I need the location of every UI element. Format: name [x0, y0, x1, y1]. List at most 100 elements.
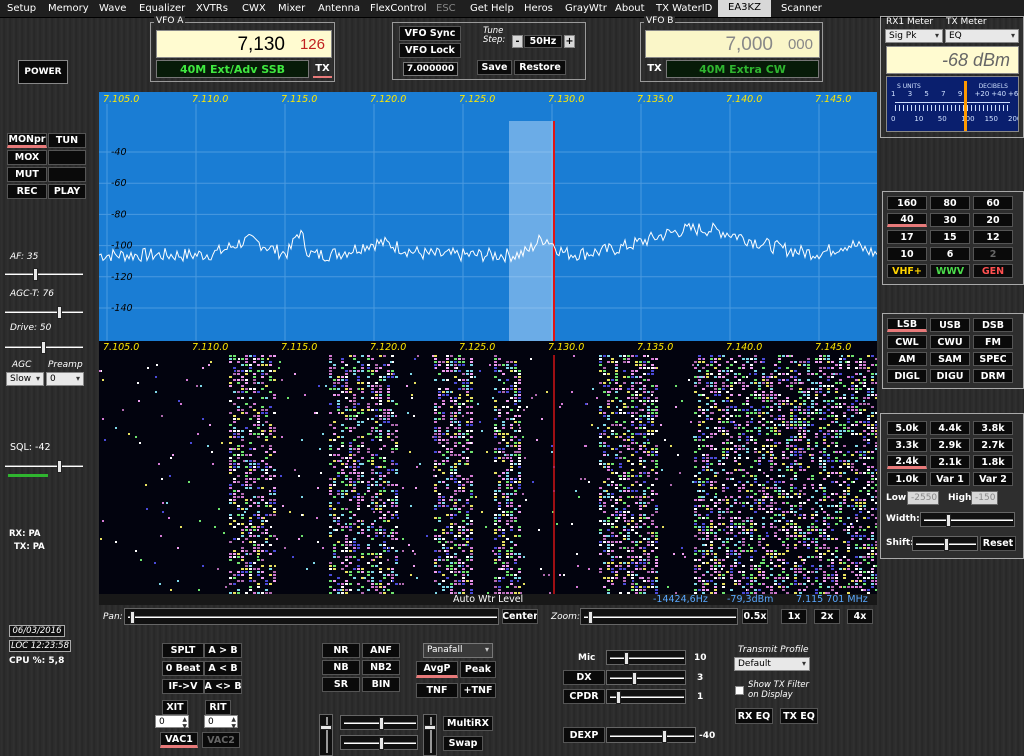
- drive-slider[interactable]: [5, 341, 83, 354]
- mode-button-digl[interactable]: DIGL: [887, 369, 927, 383]
- multirx-button[interactable]: MultiRX: [443, 716, 493, 731]
- dx-button[interactable]: DX: [563, 670, 605, 685]
- split-button[interactable]: SPLT: [162, 643, 204, 658]
- menu-graywtr[interactable]: GrayWtr: [565, 3, 607, 14]
- menu-memory[interactable]: Memory: [48, 3, 89, 14]
- rit-button[interactable]: RIT: [205, 700, 231, 715]
- mode-button-sam[interactable]: SAM: [930, 352, 970, 366]
- vfo-lock-button[interactable]: VFO Lock: [399, 43, 461, 58]
- filter-button-2-4k[interactable]: 2.4k: [887, 455, 927, 469]
- rx2-vertical-slider[interactable]: [423, 714, 437, 756]
- mode-button-drm[interactable]: DRM: [973, 369, 1013, 383]
- band-button-2[interactable]: 2: [973, 247, 1013, 261]
- filter-button-1-8k[interactable]: 1.8k: [973, 455, 1013, 469]
- agct-slider[interactable]: [5, 306, 83, 319]
- restore-button[interactable]: Restore: [514, 60, 566, 75]
- if-to-v-button[interactable]: IF->V: [162, 679, 204, 694]
- menu-wave[interactable]: Wave: [99, 3, 126, 14]
- show-tx-filter-checkbox[interactable]: [735, 686, 744, 695]
- rx1-vertical-slider[interactable]: [319, 714, 333, 756]
- filter-button-var-1[interactable]: Var 1: [930, 472, 970, 486]
- sql-slider[interactable]: [5, 460, 83, 473]
- mox-spare-button[interactable]: [48, 150, 86, 165]
- a-swap-b-button[interactable]: A <> B: [204, 679, 242, 694]
- vac2-button[interactable]: VAC2: [202, 732, 240, 748]
- zoom-05x-button[interactable]: 0.5x: [742, 609, 768, 624]
- mode-button-spec[interactable]: SPEC: [973, 352, 1013, 366]
- filter-button-1-0k[interactable]: 1.0k: [887, 472, 927, 486]
- zoom-4x-button[interactable]: 4x: [847, 609, 873, 624]
- band-button-15[interactable]: 15: [930, 230, 970, 244]
- mode-button-cwl[interactable]: CWL: [887, 335, 927, 349]
- band-button-17[interactable]: 17: [887, 230, 927, 244]
- filter-button-var-2[interactable]: Var 2: [973, 472, 1013, 486]
- power-button[interactable]: POWER: [18, 60, 68, 84]
- band-button-vhf-[interactable]: VHF+: [887, 264, 927, 278]
- tx-profile-select[interactable]: Default ▾: [734, 657, 810, 671]
- tun-button[interactable]: TUN: [48, 133, 86, 148]
- rx1-gain-slider[interactable]: [340, 715, 418, 730]
- filter-width-slider[interactable]: [920, 512, 1015, 527]
- filter-button-4-4k[interactable]: 4.4k: [930, 421, 970, 435]
- panadapter[interactable]: 7.105.0 7.110.0 7.115.0 7.120.0 7.125.0 7.130…: [99, 92, 877, 341]
- menu-about[interactable]: About: [615, 3, 645, 14]
- tx-meter-select[interactable]: EQ ▾: [945, 29, 1019, 43]
- vfob-tx-button[interactable]: TX: [645, 60, 664, 78]
- menu-setup[interactable]: Setup: [7, 3, 36, 14]
- waterfall[interactable]: 7.105.0 7.110.0 7.115.0 7.120.0 7.125.0 7.130…: [99, 341, 877, 594]
- vfo-sync-button[interactable]: VFO Sync: [399, 26, 461, 41]
- mut-spare-button[interactable]: [48, 167, 86, 182]
- pan-center-button[interactable]: Center: [502, 609, 538, 624]
- dexp-slider[interactable]: [606, 727, 696, 743]
- mon-button[interactable]: MONpr: [7, 133, 47, 148]
- cpdr-slider[interactable]: [606, 689, 686, 704]
- mode-button-usb[interactable]: USB: [930, 318, 970, 332]
- band-button-40[interactable]: 40: [887, 213, 927, 227]
- bin-button[interactable]: BIN: [362, 677, 400, 692]
- b-to-a-button[interactable]: A < B: [204, 661, 242, 676]
- mut-button[interactable]: MUT: [7, 167, 47, 182]
- save-button[interactable]: Save: [477, 60, 512, 75]
- filter-button-3-8k[interactable]: 3.8k: [973, 421, 1013, 435]
- vac1-button[interactable]: VAC1: [160, 732, 198, 748]
- cpdr-button[interactable]: CPDR: [563, 689, 605, 704]
- mox-button[interactable]: MOX: [7, 150, 47, 165]
- zoom-2x-button[interactable]: 2x: [814, 609, 840, 624]
- zoom-slider[interactable]: [580, 608, 738, 625]
- menu-tx-waterid[interactable]: TX WaterID: [656, 3, 712, 14]
- tune-step-plus[interactable]: +: [564, 35, 575, 48]
- menu-get-help[interactable]: Get Help: [470, 3, 514, 14]
- filter-button-2-1k[interactable]: 2.1k: [930, 455, 970, 469]
- menu-esc[interactable]: ESC: [436, 3, 456, 14]
- agc-select[interactable]: Slow ▾: [6, 372, 44, 386]
- band-button-wwv[interactable]: WWV: [930, 264, 970, 278]
- rx1-pan-slider[interactable]: [340, 735, 418, 750]
- menu-mixer[interactable]: Mixer: [278, 3, 305, 14]
- swap-button[interactable]: Swap: [443, 736, 483, 751]
- rec-button[interactable]: REC: [7, 184, 47, 199]
- anf-button[interactable]: ANF: [362, 643, 400, 658]
- nr-button[interactable]: NR: [322, 643, 360, 658]
- filter-reset-button[interactable]: Reset: [980, 536, 1016, 551]
- xit-button[interactable]: XIT: [162, 700, 188, 715]
- filter-button-2-7k[interactable]: 2.7k: [973, 438, 1013, 452]
- menu-equalizer[interactable]: Equalizer: [139, 3, 185, 14]
- band-button-60[interactable]: 60: [973, 196, 1013, 210]
- rx-eq-button[interactable]: RX EQ: [735, 708, 773, 724]
- rit-spinner[interactable]: 0 ▲ ▼: [204, 715, 238, 730]
- a-to-b-button[interactable]: A > B: [204, 643, 242, 658]
- menu-cwx[interactable]: CWX: [242, 3, 266, 14]
- mode-button-cwu[interactable]: CWU: [930, 335, 970, 349]
- zero-beat-button[interactable]: 0 Beat: [162, 661, 204, 676]
- band-button-10[interactable]: 10: [887, 247, 927, 261]
- nb2-button[interactable]: NB2: [362, 660, 400, 675]
- dx-slider[interactable]: [606, 670, 686, 685]
- avgp-button[interactable]: AvgP: [416, 661, 458, 678]
- band-button-gen[interactable]: GEN: [973, 264, 1013, 278]
- nb-button[interactable]: NB: [322, 660, 360, 675]
- band-button-160[interactable]: 160: [887, 196, 927, 210]
- filter-button-3-3k[interactable]: 3.3k: [887, 438, 927, 452]
- mode-button-fm[interactable]: FM: [973, 335, 1013, 349]
- dexp-button[interactable]: DEXP: [563, 727, 605, 743]
- sr-button[interactable]: SR: [322, 677, 360, 692]
